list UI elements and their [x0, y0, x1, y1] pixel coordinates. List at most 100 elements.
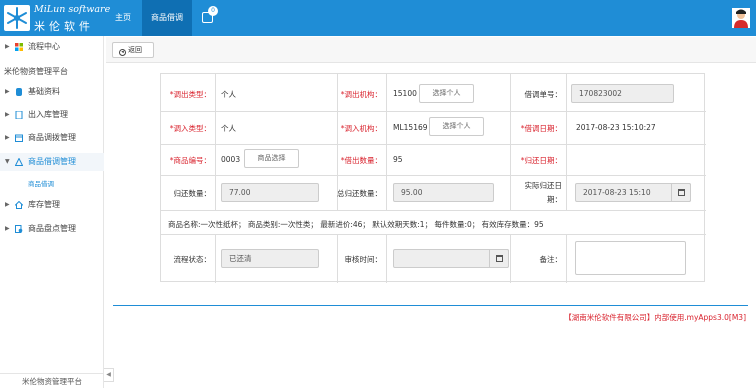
- in-type-label: *调入类型：: [169, 124, 211, 133]
- status-label: 流程状态：: [173, 255, 212, 264]
- row-divider: [161, 234, 706, 235]
- document-icon: [15, 111, 23, 119]
- sidebar: ▶ 流程中心 米伦物资管理平台 ▶ 基础资料 ▶ 出入库管理 ▶ 商品调拨管理 …: [0, 36, 104, 388]
- sidebar-item-label: 商品调拨管理: [28, 133, 76, 142]
- out-org-label: *调出机构：: [340, 90, 382, 99]
- actual-return-date-field[interactable]: 2017-08-23 15:10: [575, 183, 691, 202]
- sidebar-item-borrow[interactable]: ▼ 商品借调管理: [0, 153, 104, 171]
- back-arrow-icon: ◂: [119, 49, 126, 56]
- row-divider: [161, 144, 706, 145]
- sidebar-item-label: 库存管理: [28, 200, 60, 209]
- sidebar-item-label: 商品盘点管理: [28, 224, 76, 233]
- row-divider: [161, 175, 706, 176]
- out-type-value: 个人: [221, 90, 236, 99]
- calendar-icon: [15, 134, 23, 142]
- actual-return-label-line2: 期：: [547, 195, 562, 204]
- sidebar-footer: 米伦物资管理平台: [0, 373, 104, 388]
- col-divider: [386, 74, 387, 210]
- return-qty-label: 归还数量：: [173, 189, 212, 198]
- sidebar-item-stock-io[interactable]: ▶ 出入库管理: [0, 106, 104, 124]
- col-divider: [215, 234, 216, 283]
- chevron-down-icon: ▼: [5, 158, 10, 165]
- in-type-value: 个人: [221, 124, 236, 133]
- doc-no-label: 借调单号：: [524, 90, 563, 99]
- col-divider: [566, 234, 567, 283]
- chevron-right-icon: ▶: [5, 111, 10, 118]
- goods-no-label: *商品编号：: [169, 156, 211, 165]
- row-divider: [161, 111, 706, 112]
- status-field[interactable]: 已还清: [221, 249, 319, 268]
- sidebar-collapse-toggle[interactable]: ◀: [104, 368, 114, 382]
- out-type-label: *调出类型：: [169, 90, 211, 99]
- audit-time-field[interactable]: [393, 249, 509, 268]
- col-divider: [566, 74, 567, 210]
- total-return-field[interactable]: 95.00: [393, 183, 494, 202]
- in-org-value: ML15169: [393, 123, 428, 132]
- brand-english: MiLun software: [34, 4, 111, 15]
- top-header: MiLun software 米伦软件 主页 商品借调 0: [0, 0, 756, 36]
- chevron-right-icon: ▶: [5, 88, 10, 95]
- lend-qty-label: *借出数量：: [340, 156, 382, 165]
- lend-qty-value: 95: [393, 155, 403, 164]
- sidebar-item-process-center[interactable]: ▶ 流程中心: [0, 38, 104, 56]
- select-out-person-button[interactable]: 选择个人: [419, 84, 474, 103]
- back-button-label: 返回: [128, 46, 142, 54]
- snowflake-logo-icon: [7, 7, 27, 29]
- back-button[interactable]: ◂ 返回: [112, 42, 154, 58]
- borrow-date-value: 2017-08-23 15:10:27: [576, 123, 656, 132]
- in-org-label: *调入机构：: [340, 124, 382, 133]
- select-goods-button[interactable]: 商品选择: [244, 149, 299, 168]
- search-doc-icon: [15, 225, 23, 233]
- calendar-icon: [678, 189, 685, 196]
- brand-chinese: 米伦软件: [34, 20, 94, 33]
- sidebar-item-basic-data[interactable]: ▶ 基础资料: [0, 83, 104, 101]
- home-icon: [15, 201, 23, 209]
- goods-info-line: 商品名称:一次性纸杯； 商品类别:一次性类； 最新进价:46； 默认效期天数:1…: [168, 220, 544, 229]
- goods-no-value: 0003: [221, 155, 241, 164]
- sidebar-section-title: 米伦物资管理平台: [4, 67, 68, 76]
- footer-divider: [113, 305, 748, 306]
- sidebar-item-stocktake[interactable]: ▶ 商品盘点管理: [0, 220, 104, 238]
- database-icon: [16, 88, 22, 96]
- out-org-value: 15100: [393, 89, 417, 98]
- col-divider: [386, 234, 387, 283]
- sidebar-item-label: 商品借调管理: [28, 157, 76, 166]
- calendar-icon: [496, 255, 503, 262]
- footer-note: 【湖南米伦软件有限公司】内部使用.myApps3.0[M3]: [564, 313, 746, 322]
- return-qty-field[interactable]: 77.00: [221, 183, 319, 202]
- nav-home[interactable]: 主页: [108, 0, 138, 36]
- chevron-right-icon: ▶: [5, 134, 10, 141]
- calendar-button[interactable]: [671, 183, 691, 202]
- actual-return-label: 实际归还日: [524, 181, 563, 190]
- warning-triangle-icon: [15, 158, 23, 166]
- nav-goods-borrow[interactable]: 商品借调: [142, 0, 192, 36]
- sidebar-item-transfer[interactable]: ▶ 商品调拨管理: [0, 129, 104, 147]
- sidebar-item-label: 流程中心: [28, 42, 60, 51]
- borrow-date-label: *借调日期：: [520, 124, 562, 133]
- notification-badge: 0: [208, 6, 218, 16]
- actual-return-date-value: 2017-08-23 15:10: [583, 188, 651, 197]
- chevron-right-icon: ▶: [5, 225, 10, 232]
- borrow-form: *调出类型： 个人 *调出机构： 15100 选择个人 借调单号： 170823…: [160, 73, 706, 283]
- col-divider: [215, 74, 216, 210]
- user-avatar-icon[interactable]: [732, 8, 750, 28]
- sidebar-item-inventory[interactable]: ▶ 库存管理: [0, 196, 104, 214]
- select-in-person-button[interactable]: 选择个人: [429, 117, 484, 136]
- logo: [4, 5, 30, 31]
- chevron-right-icon: ▶: [5, 201, 10, 208]
- windows-grid-icon: [15, 43, 23, 51]
- nav-notifications[interactable]: 0: [196, 0, 222, 36]
- chevron-right-icon: ▶: [5, 43, 10, 50]
- sidebar-subitem-borrow[interactable]: 商品借调: [28, 178, 54, 188]
- sidebar-item-label: 基础资料: [28, 87, 60, 96]
- calendar-button[interactable]: [489, 249, 509, 268]
- return-date-label: *归还日期：: [520, 156, 562, 165]
- doc-no-field[interactable]: 170823002: [571, 84, 674, 103]
- sidebar-item-label: 出入库管理: [28, 110, 68, 119]
- toolbar: ◂ 返回: [106, 37, 756, 63]
- remark-label: 备注：: [539, 255, 563, 264]
- row-divider: [161, 210, 706, 211]
- audit-time-label: 审核时间：: [344, 255, 383, 264]
- total-return-label: 总归还数量：: [337, 189, 382, 198]
- remark-textarea[interactable]: [575, 241, 686, 275]
